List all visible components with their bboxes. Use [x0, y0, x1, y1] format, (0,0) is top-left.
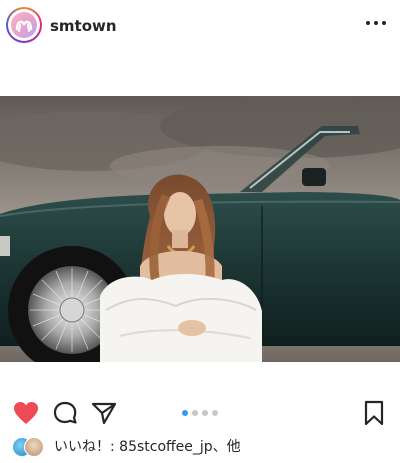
- liker-avatars[interactable]: [12, 436, 46, 457]
- avatar[interactable]: [6, 7, 42, 43]
- carousel-dot: [212, 410, 218, 416]
- likes-row: いいね！: 85stcoffee_jp、他: [12, 435, 241, 457]
- post-image[interactable]: [0, 96, 400, 362]
- likes-text[interactable]: いいね！: 85stcoffee_jp、他: [54, 436, 241, 456]
- bookmark-icon[interactable]: [360, 400, 388, 426]
- instagram-post: smtown いいね！: 85stcoffee_jp、他: [0, 0, 400, 463]
- action-bar: [0, 392, 400, 434]
- heart-icon[interactable]: [12, 400, 40, 426]
- carousel-dot: [202, 410, 208, 416]
- more-horizontal-icon[interactable]: [366, 16, 386, 30]
- comment-icon[interactable]: [52, 400, 80, 426]
- carousel-dot: [182, 410, 188, 416]
- carousel-dot: [192, 410, 198, 416]
- username[interactable]: smtown: [50, 17, 117, 35]
- post-header: smtown: [0, 0, 400, 55]
- avatar: [24, 437, 44, 457]
- smtown-logo-icon: [11, 12, 37, 38]
- share-icon[interactable]: [90, 400, 118, 426]
- carousel-indicator: [182, 410, 218, 416]
